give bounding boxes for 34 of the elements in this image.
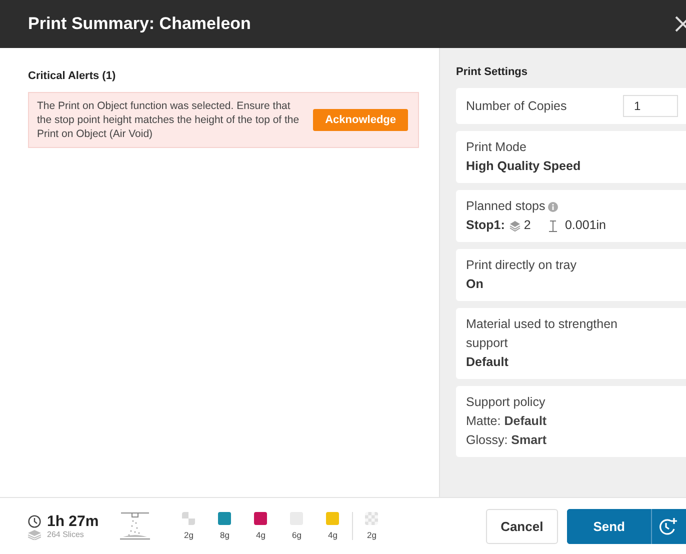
setting-label: Print Mode — [466, 139, 528, 156]
setting-value: High Quality Speed — [466, 158, 582, 175]
material-amount: 4g — [328, 530, 338, 540]
cancel-button[interactable]: Cancel — [486, 508, 558, 544]
print-time: 1h 27m — [47, 512, 99, 530]
layers-icon — [508, 220, 521, 232]
setting-label: Number of Copies — [466, 98, 567, 115]
section-title: Print Settings — [456, 66, 529, 78]
layer-count: 2 — [524, 217, 531, 234]
setting-value: Matte: Default — [466, 413, 548, 430]
section-title: Critical Alerts (1) — [28, 70, 116, 82]
setting-value: Default — [466, 354, 510, 371]
print-head-icon — [118, 511, 151, 541]
copies-field[interactable]: 1 — [623, 95, 678, 117]
clock-icon — [28, 514, 41, 528]
setting-label: Print directly on tray — [466, 257, 578, 274]
setting-label: Material used to strengthen support — [466, 316, 618, 352]
setting-value: On — [466, 276, 484, 293]
setting-value: Glossy: Smart — [466, 432, 548, 449]
slice-count: 264 Slices — [47, 530, 84, 539]
material-amount: 8g — [220, 530, 230, 540]
stop-label: Stop1: — [466, 217, 505, 234]
setting-label: Planned stops — [466, 199, 546, 213]
window-title: Print Summary: Chameleon — [28, 14, 251, 34]
material-amount: 6g — [292, 530, 302, 540]
stop-height: 0.001in — [564, 217, 606, 234]
material-amount: 2g — [184, 530, 194, 540]
height-icon — [546, 220, 559, 232]
material-amount: 4g — [256, 530, 266, 540]
material-amount: 2g — [366, 530, 376, 540]
setting-label: Support policy — [466, 394, 546, 411]
alert-message: The Print on Object function was selected. Ensure that the stop point height matches the height of the top of the Print on Object (Air Void) — [37, 99, 300, 141]
layers-icon — [28, 530, 41, 540]
clock-plus-icon — [658, 516, 678, 536]
